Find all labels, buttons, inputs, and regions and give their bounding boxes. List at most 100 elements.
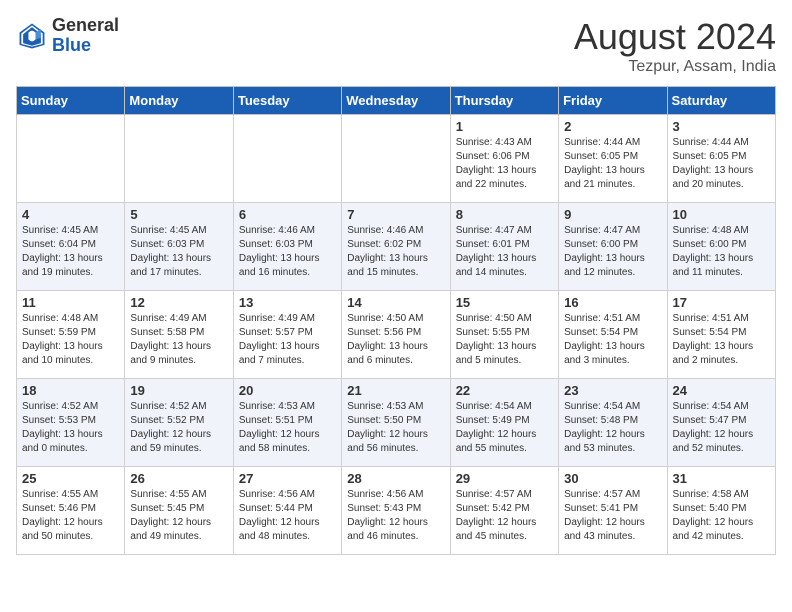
cell-info: Sunrise: 4:44 AM Sunset: 6:05 PM Dayligh… [673, 136, 770, 192]
week-row-1: 1Sunrise: 4:43 AM Sunset: 6:06 PM Daylig… [17, 115, 776, 203]
day-number: 9 [564, 207, 661, 222]
day-number: 26 [130, 471, 227, 486]
calendar-cell [342, 115, 450, 203]
calendar-cell: 13 Sunrise: 4:49 AM Sunset: 5:57 PM Dayli… [233, 291, 341, 379]
day-number: 17 [673, 295, 770, 310]
day-number: 25 [22, 471, 119, 486]
day-number: 20 [239, 383, 336, 398]
cell-info: Sunrise: 4:46 AM Sunset: 6:03 PM Dayligh… [239, 224, 336, 280]
day-number: 28 [347, 471, 444, 486]
cell-info: Sunrise: 4:49 AM Sunset: 5:58 PM Dayligh… [130, 312, 227, 368]
calendar-cell: 19 Sunrise: 4:52 AM Sunset: 5:52 PM Dayli… [125, 379, 233, 467]
day-number: 24 [673, 383, 770, 398]
col-header-friday: Friday [559, 87, 667, 115]
calendar-cell: 18Sunrise: 4:52 AM Sunset: 5:53 PM Dayli… [17, 379, 125, 467]
calendar-cell: 20 Sunrise: 4:53 AM Sunset: 5:51 PM Dayli… [233, 379, 341, 467]
day-number: 29 [456, 471, 553, 486]
col-header-thursday: Thursday [450, 87, 558, 115]
cell-info: Sunrise: 4:48 AM Sunset: 5:59 PM Dayligh… [22, 312, 119, 368]
calendar-cell: 26 Sunrise: 4:55 AM Sunset: 5:45 PM Dayli… [125, 467, 233, 555]
cell-info: Sunrise: 4:56 AM Sunset: 5:43 PM Dayligh… [347, 488, 444, 544]
calendar-table: SundayMondayTuesdayWednesdayThursdayFrid… [16, 86, 776, 555]
calendar-cell: 25 Sunrise: 4:55 AM Sunset: 5:46 PM Dayli… [17, 467, 125, 555]
title-block: August 2024 Tezpur, Assam, India [574, 16, 776, 76]
day-number: 21 [347, 383, 444, 398]
week-row-3: 11Sunrise: 4:48 AM Sunset: 5:59 PM Dayli… [17, 291, 776, 379]
day-number: 7 [347, 207, 444, 222]
calendar-cell: 4 Sunrise: 4:45 AM Sunset: 6:04 PM Daylig… [17, 203, 125, 291]
cell-info: Sunrise: 4:56 AM Sunset: 5:44 PM Dayligh… [239, 488, 336, 544]
calendar-cell: 3 Sunrise: 4:44 AM Sunset: 6:05 PM Daylig… [667, 115, 775, 203]
cell-info: Sunrise: 4:47 AM Sunset: 6:00 PM Dayligh… [564, 224, 661, 280]
day-number: 30 [564, 471, 661, 486]
calendar-cell: 11Sunrise: 4:48 AM Sunset: 5:59 PM Dayli… [17, 291, 125, 379]
cell-info: Sunrise: 4:55 AM Sunset: 5:46 PM Dayligh… [22, 488, 119, 544]
calendar-cell: 10 Sunrise: 4:48 AM Sunset: 6:00 PM Dayli… [667, 203, 775, 291]
calendar-cell: 28 Sunrise: 4:56 AM Sunset: 5:43 PM Dayli… [342, 467, 450, 555]
day-number: 16 [564, 295, 661, 310]
logo-blue: Blue [52, 36, 119, 56]
cell-info: Sunrise: 4:53 AM Sunset: 5:51 PM Dayligh… [239, 400, 336, 456]
cell-info: Sunrise: 4:52 AM Sunset: 5:52 PM Dayligh… [130, 400, 227, 456]
calendar-cell: 31 Sunrise: 4:58 AM Sunset: 5:40 PM Dayli… [667, 467, 775, 555]
logo-general: General [52, 16, 119, 36]
cell-info: Sunrise: 4:44 AM Sunset: 6:05 PM Dayligh… [564, 136, 661, 192]
cell-info: Sunrise: 4:50 AM Sunset: 5:56 PM Dayligh… [347, 312, 444, 368]
calendar-cell: 21 Sunrise: 4:53 AM Sunset: 5:50 PM Dayli… [342, 379, 450, 467]
week-row-4: 18Sunrise: 4:52 AM Sunset: 5:53 PM Dayli… [17, 379, 776, 467]
calendar-cell: 30 Sunrise: 4:57 AM Sunset: 5:41 PM Dayli… [559, 467, 667, 555]
cell-info: Sunrise: 4:46 AM Sunset: 6:02 PM Dayligh… [347, 224, 444, 280]
calendar-cell: 12Sunrise: 4:49 AM Sunset: 5:58 PM Dayli… [125, 291, 233, 379]
location: Tezpur, Assam, India [574, 58, 776, 76]
day-number: 31 [673, 471, 770, 486]
calendar-cell [17, 115, 125, 203]
calendar-cell: 17 Sunrise: 4:51 AM Sunset: 5:54 PM Dayli… [667, 291, 775, 379]
calendar-cell: 6 Sunrise: 4:46 AM Sunset: 6:03 PM Daylig… [233, 203, 341, 291]
day-number: 2 [564, 119, 661, 134]
day-number: 8 [456, 207, 553, 222]
day-number: 3 [673, 119, 770, 134]
day-number: 18 [22, 383, 119, 398]
col-header-sunday: Sunday [17, 87, 125, 115]
cell-info: Sunrise: 4:53 AM Sunset: 5:50 PM Dayligh… [347, 400, 444, 456]
calendar-cell [233, 115, 341, 203]
logo: General Blue [16, 16, 119, 56]
day-number: 6 [239, 207, 336, 222]
cell-info: Sunrise: 4:48 AM Sunset: 6:00 PM Dayligh… [673, 224, 770, 280]
calendar-cell: 14 Sunrise: 4:50 AM Sunset: 5:56 PM Dayli… [342, 291, 450, 379]
cell-info: Sunrise: 4:57 AM Sunset: 5:41 PM Dayligh… [564, 488, 661, 544]
calendar-cell: 9 Sunrise: 4:47 AM Sunset: 6:00 PM Daylig… [559, 203, 667, 291]
cell-info: Sunrise: 4:51 AM Sunset: 5:54 PM Dayligh… [564, 312, 661, 368]
calendar-cell: 5Sunrise: 4:45 AM Sunset: 6:03 PM Daylig… [125, 203, 233, 291]
calendar-cell: 1Sunrise: 4:43 AM Sunset: 6:06 PM Daylig… [450, 115, 558, 203]
day-number: 22 [456, 383, 553, 398]
day-number: 27 [239, 471, 336, 486]
day-number: 10 [673, 207, 770, 222]
calendar-cell: 24Sunrise: 4:54 AM Sunset: 5:47 PM Dayli… [667, 379, 775, 467]
cell-info: Sunrise: 4:43 AM Sunset: 6:06 PM Dayligh… [456, 136, 553, 192]
cell-info: Sunrise: 4:54 AM Sunset: 5:49 PM Dayligh… [456, 400, 553, 456]
day-number: 14 [347, 295, 444, 310]
day-number: 19 [130, 383, 227, 398]
logo-text: General Blue [52, 16, 119, 56]
col-header-saturday: Saturday [667, 87, 775, 115]
day-number: 4 [22, 207, 119, 222]
calendar-cell: 8Sunrise: 4:47 AM Sunset: 6:01 PM Daylig… [450, 203, 558, 291]
cell-info: Sunrise: 4:55 AM Sunset: 5:45 PM Dayligh… [130, 488, 227, 544]
cell-info: Sunrise: 4:45 AM Sunset: 6:03 PM Dayligh… [130, 224, 227, 280]
day-number: 13 [239, 295, 336, 310]
month-year: August 2024 [574, 16, 776, 58]
calendar-cell: 23Sunrise: 4:54 AM Sunset: 5:48 PM Dayli… [559, 379, 667, 467]
cell-info: Sunrise: 4:58 AM Sunset: 5:40 PM Dayligh… [673, 488, 770, 544]
calendar-cell: 29Sunrise: 4:57 AM Sunset: 5:42 PM Dayli… [450, 467, 558, 555]
day-number: 23 [564, 383, 661, 398]
col-header-wednesday: Wednesday [342, 87, 450, 115]
logo-icon [16, 20, 48, 52]
col-header-tuesday: Tuesday [233, 87, 341, 115]
col-header-monday: Monday [125, 87, 233, 115]
cell-info: Sunrise: 4:45 AM Sunset: 6:04 PM Dayligh… [22, 224, 119, 280]
week-row-5: 25 Sunrise: 4:55 AM Sunset: 5:46 PM Dayli… [17, 467, 776, 555]
cell-info: Sunrise: 4:51 AM Sunset: 5:54 PM Dayligh… [673, 312, 770, 368]
cell-info: Sunrise: 4:49 AM Sunset: 5:57 PM Dayligh… [239, 312, 336, 368]
calendar-cell: 16 Sunrise: 4:51 AM Sunset: 5:54 PM Dayli… [559, 291, 667, 379]
